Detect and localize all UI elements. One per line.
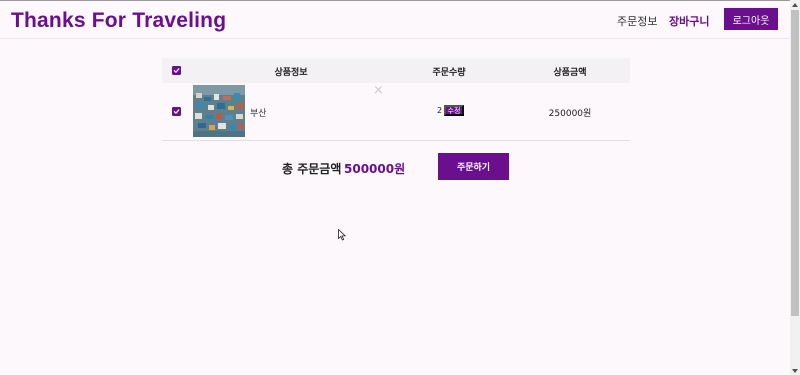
remove-x-icon[interactable]: × [373, 84, 384, 97]
product-name: 부산 [250, 109, 267, 119]
column-header-price: 상품금액 [553, 68, 587, 78]
cart-item-row: 부산 × 2 수정 250000원 [162, 83, 630, 141]
checkbox-check-icon [173, 109, 180, 114]
scrollbar-thumb[interactable] [791, 10, 799, 316]
checkbox-check-icon [173, 68, 180, 73]
site-logo[interactable]: Thanks For Traveling [11, 9, 226, 33]
item-price: 250000원 [548, 109, 592, 119]
place-order-button[interactable]: 주문하기 [438, 153, 509, 180]
item-checkbox[interactable] [172, 107, 181, 116]
product-thumbnail[interactable] [193, 85, 245, 137]
column-header-product-info: 상품정보 [274, 68, 308, 78]
vertical-scrollbar[interactable] [790, 0, 800, 375]
scroll-down-arrow-icon[interactable] [790, 366, 800, 375]
logout-button[interactable]: 로그아웃 [724, 8, 778, 30]
select-all-checkbox[interactable] [172, 66, 181, 75]
cart-table-header: 상품정보 주문수량 상품금액 [162, 58, 630, 83]
total-amount-value: 500000원 [344, 162, 406, 176]
nav-cart[interactable]: 장바구니 [669, 13, 709, 29]
column-header-quantity: 주문수량 [432, 68, 466, 78]
total-amount-label: 총 주문금액 [282, 162, 342, 176]
mouse-cursor-icon [338, 229, 346, 241]
nav-order-info[interactable]: 주문정보 [617, 13, 657, 29]
edit-quantity-button[interactable]: 수정 [444, 105, 464, 116]
quantity-value: 2 [437, 106, 443, 115]
scroll-up-arrow-icon[interactable] [790, 0, 800, 9]
site-header: Thanks For Traveling 주문정보 장바구니 로그아웃 [0, 1, 790, 39]
